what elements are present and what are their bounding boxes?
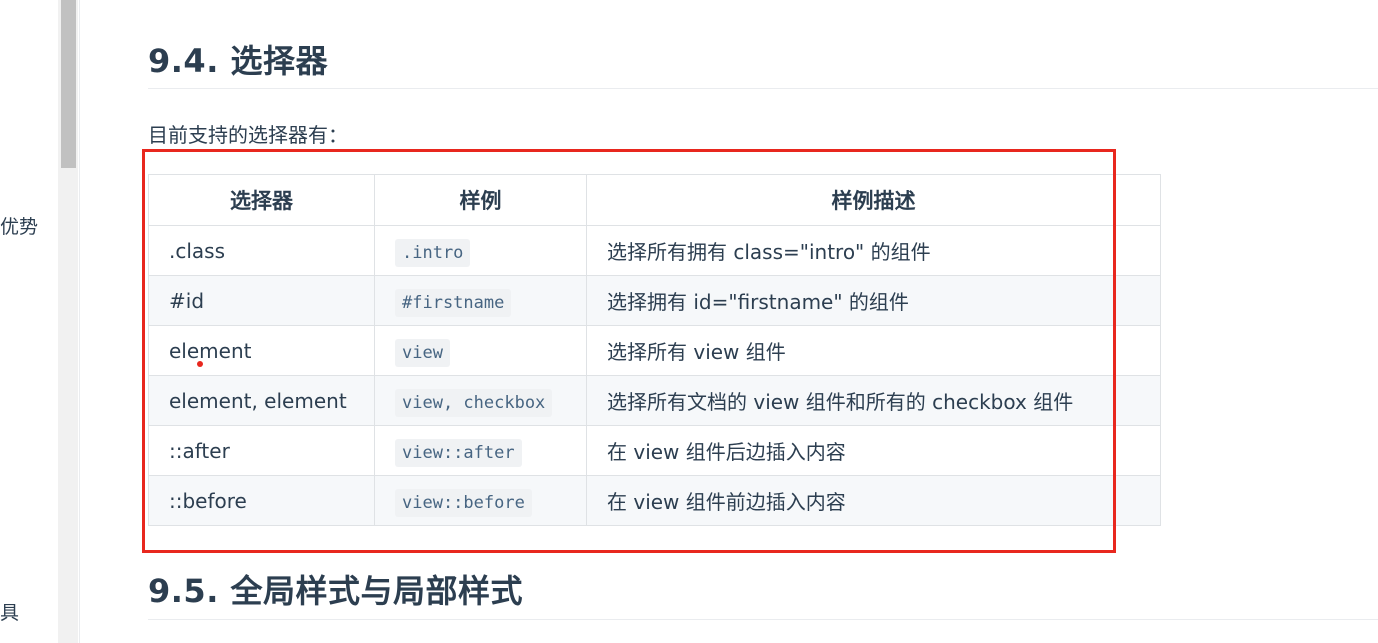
sidebar: 优势 具 (0, 0, 80, 643)
table-row: ::before view::before 在 view 组件前边插入内容 (148, 475, 1161, 526)
sidebar-item-partial[interactable]: 具 (0, 598, 40, 625)
selector-cell: .class (148, 225, 375, 276)
example-code: .intro (395, 238, 471, 267)
description-cell: 在 view 组件后边插入内容 (586, 425, 1161, 476)
selector-cell: ::before (148, 475, 375, 526)
cursor-indicator (197, 361, 203, 367)
example-cell: view::after (374, 425, 587, 476)
table-row: element view 选择所有 view 组件 (148, 325, 1161, 376)
column-header-example: 样例 (374, 174, 587, 226)
docs-page: 优势 具 9.4. 选择器 目前支持的选择器有： 9.5. 全局样式与局部样式 … (0, 0, 1378, 643)
table-row: element, element view, checkbox 选择所有文档的 vi… (148, 375, 1161, 426)
selector-cell: #id (148, 275, 375, 326)
column-header-description: 样例描述 (586, 174, 1161, 226)
heading-divider (148, 619, 1378, 620)
example-code: view, checkbox (395, 388, 553, 417)
table-row: ::after view::after 在 view 组件后边插入内容 (148, 425, 1161, 476)
selector-cell: element (148, 325, 375, 376)
section-heading: 9.5. 全局样式与局部样式 (148, 572, 523, 610)
selectors-table: 选择器 样例 样例描述 .class .intro 选择所有拥有 class="in… (148, 174, 1161, 526)
description-cell: 选择所有 view 组件 (586, 325, 1161, 376)
column-header-selector: 选择器 (148, 174, 375, 226)
example-code: view::before (395, 488, 532, 517)
example-cell: #firstname (374, 275, 587, 326)
sidebar-scrollbar-thumb[interactable] (61, 0, 76, 168)
description-cell: 选择所有拥有 class="intro" 的组件 (586, 225, 1161, 276)
selector-cell: element, element (148, 375, 375, 426)
description-cell: 选择拥有 id="firstname" 的组件 (586, 275, 1161, 326)
table-header-row: 选择器 样例 样例描述 (148, 174, 1161, 226)
selector-cell: ::after (148, 425, 375, 476)
description-cell: 选择所有文档的 view 组件和所有的 checkbox 组件 (586, 375, 1161, 426)
intro-paragraph: 目前支持的选择器有： (148, 123, 348, 147)
example-cell: view, checkbox (374, 375, 587, 426)
example-cell: view::before (374, 475, 587, 526)
heading-divider (148, 88, 1378, 89)
example-code: #firstname (395, 288, 512, 317)
description-cell: 在 view 组件前边插入内容 (586, 475, 1161, 526)
section-heading: 9.4. 选择器 (148, 42, 328, 80)
table-row: .class .intro 选择所有拥有 class="intro" 的组件 (148, 225, 1161, 276)
table-body: .class .intro 选择所有拥有 class="intro" 的组件 #id #… (148, 225, 1161, 526)
sidebar-item-partial[interactable]: 优势 (0, 212, 40, 239)
example-cell: .intro (374, 225, 587, 276)
example-code: view (395, 338, 450, 367)
example-cell: view (374, 325, 587, 376)
example-code: view::after (395, 438, 522, 467)
table-row: #id #firstname 选择拥有 id="firstname" 的组件 (148, 275, 1161, 326)
